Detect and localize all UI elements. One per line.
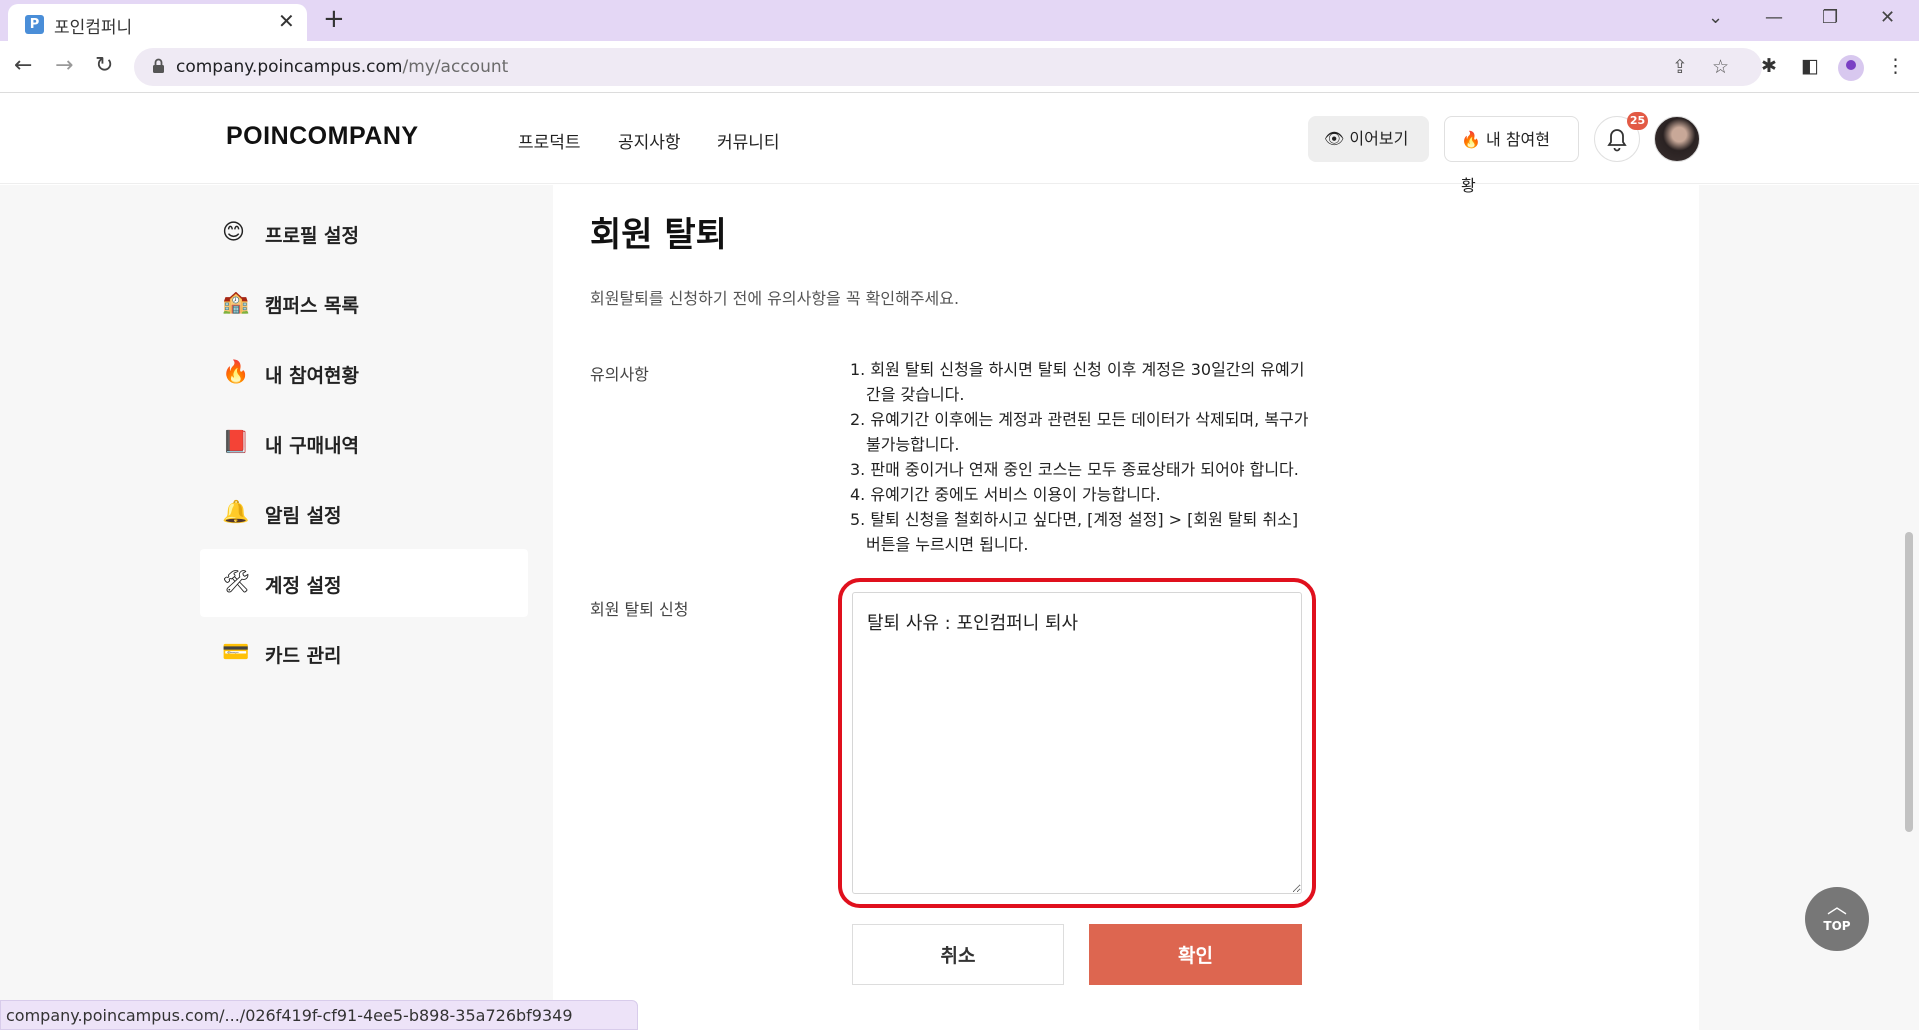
sidebar-item-account-settings[interactable]: 🛠 계정 설정 (200, 549, 528, 617)
back-icon[interactable]: ← (14, 51, 32, 81)
notice-list: 1. 회원 탈퇴 신청을 하시면 탈퇴 신청 이후 계정은 30일간의 유예기간… (850, 357, 1310, 557)
address-bar[interactable]: company.poincampus.com/my/account ⇪ ☆ (134, 48, 1762, 86)
page-subtitle: 회원탈퇴를 신청하기 전에 유의사항을 꼭 확인해주세요. (590, 289, 960, 308)
reload-icon[interactable]: ↻ (95, 51, 113, 81)
lock-icon (153, 58, 164, 73)
tools-icon: 🛠 (222, 570, 250, 595)
confirm-button[interactable]: 확인 (1089, 924, 1302, 985)
page-title: 회원 탈퇴 (590, 215, 727, 255)
sidebar-item-purchases[interactable]: 📕 내 구매내역 (200, 409, 528, 477)
nav-notices[interactable]: 공지사항 (618, 128, 681, 153)
status-bar-url: company.poincampus.com/.../026f419f-cf91… (0, 1000, 638, 1030)
smile-icon: 😊 (222, 220, 245, 245)
scroll-to-top-button[interactable]: ︿ TOP (1805, 887, 1869, 951)
more-menu-icon[interactable]: ⋮ (1886, 54, 1905, 78)
user-avatar[interactable] (1654, 116, 1700, 162)
forward-icon[interactable]: → (55, 51, 73, 81)
share-icon[interactable]: ⇪ (1672, 55, 1688, 79)
book-icon: 📕 (222, 430, 250, 455)
new-tab-icon[interactable]: + (323, 4, 345, 34)
window-close-icon[interactable]: ✕ (1880, 5, 1895, 31)
sidebar-item-participation[interactable]: 🔥 내 참여현황 (200, 339, 528, 407)
url-text: company.poincampus.com/my/account (176, 57, 509, 77)
eye-icon: 👁 (1324, 129, 1345, 148)
extensions-icon[interactable]: ✱ (1761, 54, 1777, 78)
fire-icon: 🔥 (1461, 130, 1481, 149)
credit-card-icon: 💳 (222, 640, 250, 665)
bookmark-star-icon[interactable]: ☆ (1712, 55, 1729, 79)
sidebar-item-cards[interactable]: 💳 카드 관리 (200, 619, 528, 687)
sidebar-item-campus-list[interactable]: 🏫 캠퍼스 목록 (200, 269, 528, 337)
withdrawal-reason-textarea[interactable]: 탈퇴 사유 : 포인컴퍼니 퇴사 (852, 592, 1302, 894)
bell-icon (1607, 129, 1627, 152)
cancel-button[interactable]: 취소 (852, 924, 1064, 985)
page-scrollbar[interactable] (1905, 532, 1913, 832)
tab-title: 포인컴퍼니 (54, 18, 133, 38)
my-participation-button[interactable]: 🔥 내 참여현황 (1444, 116, 1579, 195)
school-icon: 🏫 (222, 290, 250, 315)
sidebar-item-profile[interactable]: 😊 프로필 설정 (200, 199, 528, 267)
sidebar-item-notifications[interactable]: 🔔 알림 설정 (200, 479, 528, 547)
bell-icon: 🔔 (222, 500, 250, 525)
browser-tab-bar: P 포인컴퍼니 ✕ + ⌄ — ❐ ✕ (0, 0, 1919, 41)
browser-toolbar: ← → ↻ company.poincampus.com/my/account … (0, 41, 1919, 93)
notice-item: 4. 유예기간 중에도 서비스 이용이 가능합니다. (850, 485, 1161, 504)
side-panel-icon[interactable]: ◧ (1801, 54, 1819, 78)
site-logo[interactable]: POINCOMPANY (226, 122, 419, 151)
continue-watching-button[interactable]: 👁 이어보기 (1308, 116, 1429, 162)
site-header: POINCOMPANY 프로덕트 공지사항 커뮤니티 👁 이어보기 🔥 내 참여… (0, 93, 1919, 195)
tab-search-icon[interactable]: ⌄ (1708, 5, 1723, 31)
notice-item: 5. 탈퇴 신청을 철회하시고 싶다면, [계정 설정] > [회원 탈퇴 취소… (850, 510, 1299, 554)
notice-item: 3. 판매 중이거나 연재 중인 코스는 모두 종료상태가 되어야 합니다. (850, 460, 1299, 479)
nav-community[interactable]: 커뮤니티 (717, 128, 780, 153)
browser-tab[interactable]: P 포인컴퍼니 ✕ (8, 4, 307, 41)
favicon-icon: P (25, 15, 44, 34)
chevron-up-icon: ︿ (1827, 894, 1847, 918)
fire-icon: 🔥 (222, 360, 250, 385)
close-tab-icon[interactable]: ✕ (278, 11, 295, 31)
notice-item: 1. 회원 탈퇴 신청을 하시면 탈퇴 신청 이후 계정은 30일간의 유예기간… (850, 360, 1305, 404)
notice-label: 유의사항 (590, 365, 649, 384)
restore-icon[interactable]: ❐ (1822, 5, 1838, 31)
notice-item: 2. 유예기간 이후에는 계정과 관련된 모든 데이터가 삭제되며, 복구가 불… (850, 410, 1309, 454)
notification-count-badge: 25 (1627, 112, 1648, 130)
nav-products[interactable]: 프로덕트 (518, 128, 581, 153)
minimize-icon[interactable]: — (1765, 5, 1783, 31)
profile-icon[interactable] (1838, 55, 1864, 81)
withdrawal-request-label: 회원 탈퇴 신청 (590, 600, 689, 619)
